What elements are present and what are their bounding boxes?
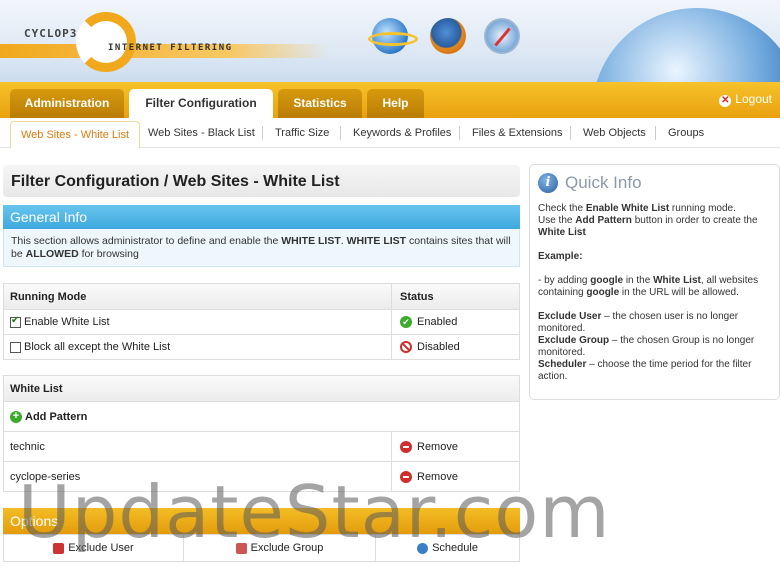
text-bold: Exclude User [538, 311, 602, 322]
add-icon: + [10, 410, 22, 423]
quick-info-title: Quick Info [565, 173, 642, 192]
text-bold: WHITE LIST [346, 235, 407, 247]
add-pattern-row: + Add Pattern [4, 401, 519, 431]
text: Check the [538, 203, 586, 214]
col-running-mode: Running Mode [10, 290, 87, 303]
exclude-group-help: Exclude Group – the chosen Group is no l… [538, 335, 771, 359]
text: - by adding [538, 275, 591, 286]
scheduler-help: Scheduler – choose the time period for t… [538, 359, 771, 383]
text-bold: google [586, 287, 620, 298]
quick-info-panel: i Quick Info Check the Enable White List … [529, 164, 780, 400]
info-icon: i [538, 173, 558, 193]
tab-administration[interactable]: Administration [10, 89, 124, 118]
logout-link[interactable]: ✕ Logout [719, 92, 772, 107]
logo-text: CYCLOP3 [24, 27, 78, 40]
text: This section allows administrator to def… [11, 235, 282, 247]
safari-icon [484, 18, 520, 54]
exclude-user-help: Exclude User – the chosen user is no lon… [538, 311, 771, 335]
add-pattern-label: Add Pattern [25, 410, 88, 423]
sub-nav: Web Sites - White List Web Sites - Black… [0, 118, 780, 148]
remove-button[interactable]: Remove [391, 432, 521, 461]
block-all-label: Block all except the White List [24, 341, 171, 353]
watermark: UpdateStar.com [18, 470, 611, 554]
subtab-groups[interactable]: Groups [668, 118, 704, 148]
close-icon: ✕ [719, 95, 732, 107]
text-bold: google [590, 275, 624, 286]
globe-image [592, 8, 780, 88]
status-enabled: Enabled [417, 316, 458, 328]
tab-help[interactable]: Help [367, 89, 424, 118]
table-row: Enable White List ✔ Enabled [4, 309, 519, 334]
example-heading: Example: [538, 251, 771, 263]
table-header: White List [4, 376, 519, 401]
check-icon: ✔ [400, 316, 412, 328]
remove-icon [400, 440, 412, 453]
text: in the URL will be allowed. [619, 287, 739, 298]
remove-label: Remove [417, 440, 458, 453]
app-header: CYCLOP3 INTERNET FILTERING [0, 0, 780, 88]
table-row: Block all except the White List Disabled [4, 334, 519, 359]
text: button in order to create the [631, 215, 758, 226]
text-bold: ALLOWED [25, 248, 79, 260]
pattern-value: technic [10, 440, 45, 453]
add-pattern-button[interactable]: + Add Pattern [10, 402, 87, 431]
text-bold: Exclude Group [538, 335, 610, 346]
enable-white-list-checkbox[interactable] [10, 315, 21, 328]
white-list-title: White List [10, 382, 63, 395]
tab-statistics[interactable]: Statistics [278, 89, 362, 118]
text: Use the [538, 215, 576, 226]
running-mode-table: Running Mode Status Enable White List ✔E… [3, 283, 520, 360]
text-bold: White List [538, 227, 586, 238]
subtab-traffic-size[interactable]: Traffic Size [275, 118, 329, 148]
general-info-title: General Info [3, 205, 520, 229]
general-info-text: This section allows administrator to def… [3, 229, 520, 267]
divider [340, 126, 341, 140]
text-bold: Add Pattern [575, 215, 632, 226]
text-bold: White List [653, 275, 701, 286]
list-item: technic Remove [4, 431, 519, 461]
block-all-checkbox[interactable] [10, 341, 21, 353]
tab-filter-configuration[interactable]: Filter Configuration [129, 89, 273, 118]
subtab-keywords-profiles[interactable]: Keywords & Profiles [353, 118, 451, 148]
subtab-files-extensions[interactable]: Files & Extensions [472, 118, 562, 148]
example-text: - by adding google in the White List, al… [538, 275, 771, 299]
firefox-icon [430, 18, 466, 54]
logout-label: Logout [735, 92, 772, 106]
divider [655, 126, 656, 140]
text: running mode. [669, 203, 736, 214]
text-bold: Enable White List [585, 203, 670, 214]
text-bold: WHITE LIST [281, 235, 341, 247]
divider [262, 126, 263, 140]
col-status: Status [391, 284, 521, 309]
subtab-web-objects[interactable]: Web Objects [583, 118, 646, 148]
main-nav: Administration Filter Configuration Stat… [0, 82, 780, 118]
quick-info-header: i Quick Info [538, 173, 771, 193]
enable-white-list-label: Enable White List [24, 316, 110, 328]
page-title: Filter Configuration / Web Sites - White… [3, 165, 520, 197]
subtab-white-list[interactable]: Web Sites - White List [10, 121, 140, 148]
ie-icon [368, 18, 418, 54]
subtab-black-list[interactable]: Web Sites - Black List [148, 118, 255, 148]
table-header: Running Mode Status [4, 284, 519, 309]
status-disabled: Disabled [417, 341, 460, 353]
text: in the [623, 275, 654, 286]
text: for browsing [78, 248, 139, 260]
logo-subtitle: INTERNET FILTERING [108, 43, 233, 53]
logo-ring [76, 12, 136, 72]
quick-info-text: Check the Enable White List running mode… [538, 203, 771, 239]
prohibited-icon [400, 341, 412, 353]
text-bold: Scheduler [538, 359, 587, 370]
text-bold: Example: [538, 251, 583, 262]
divider [570, 126, 571, 140]
divider [459, 126, 460, 140]
